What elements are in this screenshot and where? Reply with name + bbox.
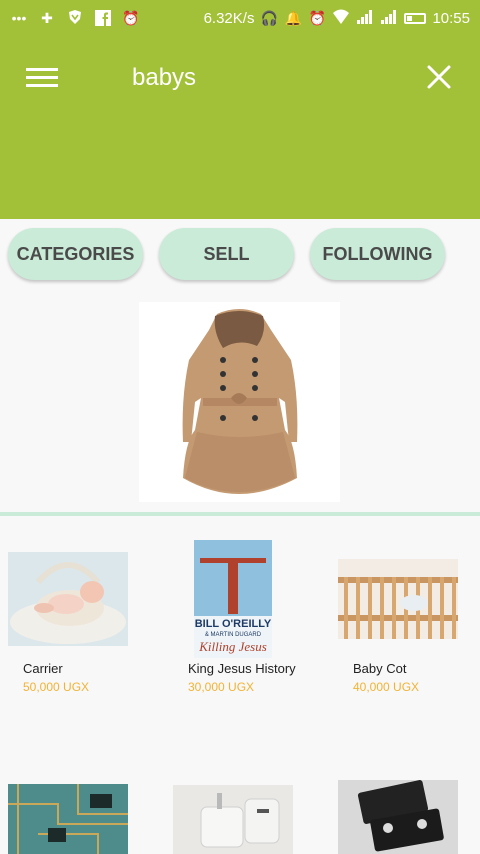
tab-following[interactable]: FOLLOWING: [310, 228, 445, 280]
menu-icon[interactable]: [26, 64, 58, 92]
circuit-board-image[interactable]: [8, 784, 128, 854]
alarm-icon: ⏰: [308, 10, 327, 26]
alarm-icon: ⏰: [122, 10, 140, 26]
book-coauthor: & MARTIN DUGARD: [204, 632, 262, 638]
product-name: King Jesus History: [188, 661, 296, 676]
tab-sell[interactable]: SELL: [159, 228, 294, 280]
facebook-icon: [94, 9, 112, 27]
toolbar: babys: [0, 36, 480, 219]
network-speed: 6.32K/s: [203, 9, 255, 27]
tab-categories[interactable]: CATEGORIES: [8, 228, 143, 280]
featured-coat-image[interactable]: [139, 302, 340, 502]
tab-bar: CATEGORIES SELL FOLLOWING: [0, 228, 480, 282]
product-name: Carrier: [23, 661, 63, 676]
headphones-icon: 🎧: [260, 10, 279, 26]
battery-icon: [404, 12, 427, 24]
status-bar: ••• ✚ ⏰ 6.32K/s 🎧 🔔 ⏰ 10:55: [0, 0, 480, 36]
product-price: 30,000 UGX: [188, 680, 255, 694]
section-divider: [0, 512, 480, 516]
search-query[interactable]: babys: [132, 64, 196, 92]
product-price: 40,000 UGX: [353, 680, 420, 694]
book-cover-image[interactable]: BILL O'REILLY & MARTIN DUGARD Killing Je…: [194, 540, 272, 658]
signal-icon: [356, 9, 374, 27]
product-name: Baby Cot: [353, 661, 407, 676]
book-author: BILL O'REILLY: [194, 618, 272, 630]
cassette-tapes-image[interactable]: [338, 780, 458, 854]
more-dots-icon: •••: [11, 10, 27, 26]
shield-icon: [66, 9, 84, 27]
baby-cot-image[interactable]: [338, 559, 458, 639]
wifi-icon: [332, 9, 350, 27]
plus-icon: ✚: [41, 10, 53, 26]
carrier-image[interactable]: [8, 552, 128, 646]
close-icon[interactable]: [424, 62, 454, 92]
product-price: 50,000 UGX: [23, 680, 90, 694]
plug-adapter-image[interactable]: [173, 785, 293, 854]
notification-bell-icon: 🔔: [284, 10, 303, 26]
signal-icon-2: [380, 9, 398, 27]
clock: 10:55: [432, 9, 470, 27]
book-title: Killing Jesus: [199, 639, 267, 654]
